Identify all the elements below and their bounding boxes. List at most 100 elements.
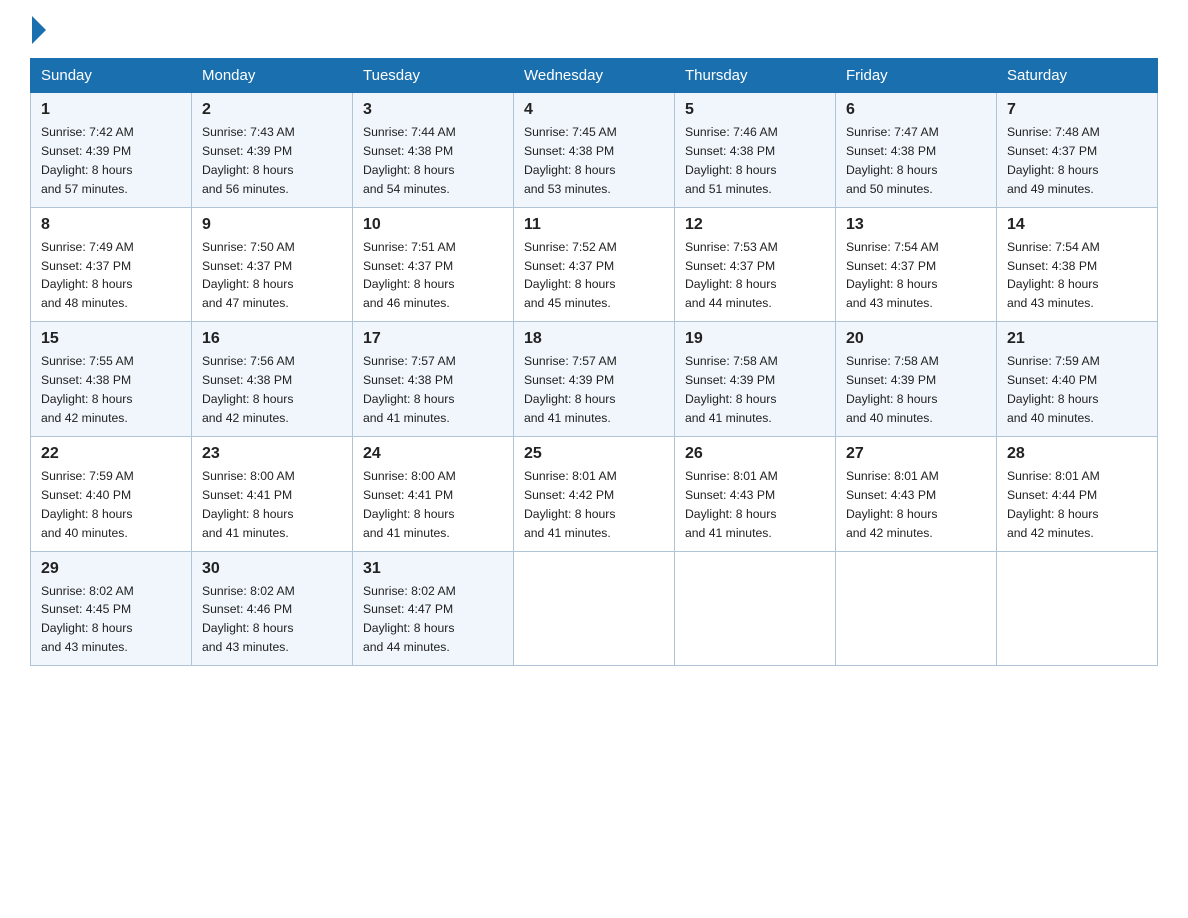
day-number: 20 (846, 330, 986, 348)
day-info: Sunrise: 8:00 AM Sunset: 4:41 PM Dayligh… (363, 467, 503, 543)
day-number: 9 (202, 216, 342, 234)
calendar-cell: 21 Sunrise: 7:59 AM Sunset: 4:40 PM Dayl… (997, 322, 1158, 437)
weekday-header-row: SundayMondayTuesdayWednesdayThursdayFrid… (31, 59, 1158, 93)
day-number: 1 (41, 101, 181, 119)
day-number: 14 (1007, 216, 1147, 234)
day-number: 21 (1007, 330, 1147, 348)
day-number: 12 (685, 216, 825, 234)
day-number: 27 (846, 445, 986, 463)
day-info: Sunrise: 7:44 AM Sunset: 4:38 PM Dayligh… (363, 123, 503, 199)
day-info: Sunrise: 7:57 AM Sunset: 4:38 PM Dayligh… (363, 352, 503, 428)
day-number: 7 (1007, 101, 1147, 119)
day-info: Sunrise: 8:01 AM Sunset: 4:43 PM Dayligh… (685, 467, 825, 543)
calendar-week-row: 15 Sunrise: 7:55 AM Sunset: 4:38 PM Dayl… (31, 322, 1158, 437)
calendar-cell: 20 Sunrise: 7:58 AM Sunset: 4:39 PM Dayl… (836, 322, 997, 437)
day-info: Sunrise: 7:47 AM Sunset: 4:38 PM Dayligh… (846, 123, 986, 199)
day-info: Sunrise: 8:00 AM Sunset: 4:41 PM Dayligh… (202, 467, 342, 543)
logo-arrow-icon (32, 16, 46, 44)
calendar-cell: 13 Sunrise: 7:54 AM Sunset: 4:37 PM Dayl… (836, 207, 997, 322)
calendar-cell: 24 Sunrise: 8:00 AM Sunset: 4:41 PM Dayl… (353, 436, 514, 551)
day-info: Sunrise: 8:02 AM Sunset: 4:45 PM Dayligh… (41, 582, 181, 658)
calendar-cell: 29 Sunrise: 8:02 AM Sunset: 4:45 PM Dayl… (31, 551, 192, 666)
calendar-cell: 19 Sunrise: 7:58 AM Sunset: 4:39 PM Dayl… (675, 322, 836, 437)
day-info: Sunrise: 7:46 AM Sunset: 4:38 PM Dayligh… (685, 123, 825, 199)
calendar-cell: 5 Sunrise: 7:46 AM Sunset: 4:38 PM Dayli… (675, 93, 836, 208)
calendar-cell: 30 Sunrise: 8:02 AM Sunset: 4:46 PM Dayl… (192, 551, 353, 666)
calendar-week-row: 29 Sunrise: 8:02 AM Sunset: 4:45 PM Dayl… (31, 551, 1158, 666)
calendar-cell: 10 Sunrise: 7:51 AM Sunset: 4:37 PM Dayl… (353, 207, 514, 322)
calendar-cell: 23 Sunrise: 8:00 AM Sunset: 4:41 PM Dayl… (192, 436, 353, 551)
day-number: 25 (524, 445, 664, 463)
weekday-header-wednesday: Wednesday (514, 59, 675, 93)
calendar-cell: 25 Sunrise: 8:01 AM Sunset: 4:42 PM Dayl… (514, 436, 675, 551)
day-number: 15 (41, 330, 181, 348)
weekday-header-saturday: Saturday (997, 59, 1158, 93)
weekday-header-tuesday: Tuesday (353, 59, 514, 93)
day-info: Sunrise: 8:01 AM Sunset: 4:44 PM Dayligh… (1007, 467, 1147, 543)
day-info: Sunrise: 7:59 AM Sunset: 4:40 PM Dayligh… (41, 467, 181, 543)
calendar-cell: 31 Sunrise: 8:02 AM Sunset: 4:47 PM Dayl… (353, 551, 514, 666)
calendar-cell: 12 Sunrise: 7:53 AM Sunset: 4:37 PM Dayl… (675, 207, 836, 322)
calendar-cell: 14 Sunrise: 7:54 AM Sunset: 4:38 PM Dayl… (997, 207, 1158, 322)
day-info: Sunrise: 8:02 AM Sunset: 4:46 PM Dayligh… (202, 582, 342, 658)
day-number: 4 (524, 101, 664, 119)
day-info: Sunrise: 7:43 AM Sunset: 4:39 PM Dayligh… (202, 123, 342, 199)
day-info: Sunrise: 7:49 AM Sunset: 4:37 PM Dayligh… (41, 238, 181, 314)
day-info: Sunrise: 8:02 AM Sunset: 4:47 PM Dayligh… (363, 582, 503, 658)
calendar-cell: 8 Sunrise: 7:49 AM Sunset: 4:37 PM Dayli… (31, 207, 192, 322)
day-info: Sunrise: 7:55 AM Sunset: 4:38 PM Dayligh… (41, 352, 181, 428)
day-number: 16 (202, 330, 342, 348)
day-info: Sunrise: 7:54 AM Sunset: 4:37 PM Dayligh… (846, 238, 986, 314)
calendar-cell (997, 551, 1158, 666)
day-number: 30 (202, 560, 342, 578)
calendar-cell: 22 Sunrise: 7:59 AM Sunset: 4:40 PM Dayl… (31, 436, 192, 551)
calendar-cell (675, 551, 836, 666)
day-info: Sunrise: 7:42 AM Sunset: 4:39 PM Dayligh… (41, 123, 181, 199)
day-info: Sunrise: 7:53 AM Sunset: 4:37 PM Dayligh… (685, 238, 825, 314)
calendar-cell: 6 Sunrise: 7:47 AM Sunset: 4:38 PM Dayli… (836, 93, 997, 208)
day-number: 3 (363, 101, 503, 119)
day-number: 13 (846, 216, 986, 234)
weekday-header-friday: Friday (836, 59, 997, 93)
day-info: Sunrise: 7:58 AM Sunset: 4:39 PM Dayligh… (685, 352, 825, 428)
day-number: 6 (846, 101, 986, 119)
calendar-cell (514, 551, 675, 666)
logo (30, 20, 46, 40)
calendar-table: SundayMondayTuesdayWednesdayThursdayFrid… (30, 58, 1158, 666)
calendar-cell: 7 Sunrise: 7:48 AM Sunset: 4:37 PM Dayli… (997, 93, 1158, 208)
calendar-week-row: 22 Sunrise: 7:59 AM Sunset: 4:40 PM Dayl… (31, 436, 1158, 551)
day-number: 2 (202, 101, 342, 119)
day-info: Sunrise: 7:54 AM Sunset: 4:38 PM Dayligh… (1007, 238, 1147, 314)
day-info: Sunrise: 7:57 AM Sunset: 4:39 PM Dayligh… (524, 352, 664, 428)
day-number: 17 (363, 330, 503, 348)
day-info: Sunrise: 7:50 AM Sunset: 4:37 PM Dayligh… (202, 238, 342, 314)
day-info: Sunrise: 7:45 AM Sunset: 4:38 PM Dayligh… (524, 123, 664, 199)
day-number: 18 (524, 330, 664, 348)
day-info: Sunrise: 7:51 AM Sunset: 4:37 PM Dayligh… (363, 238, 503, 314)
calendar-cell: 16 Sunrise: 7:56 AM Sunset: 4:38 PM Dayl… (192, 322, 353, 437)
calendar-cell: 18 Sunrise: 7:57 AM Sunset: 4:39 PM Dayl… (514, 322, 675, 437)
day-info: Sunrise: 7:56 AM Sunset: 4:38 PM Dayligh… (202, 352, 342, 428)
calendar-week-row: 8 Sunrise: 7:49 AM Sunset: 4:37 PM Dayli… (31, 207, 1158, 322)
day-number: 26 (685, 445, 825, 463)
day-info: Sunrise: 8:01 AM Sunset: 4:43 PM Dayligh… (846, 467, 986, 543)
day-number: 22 (41, 445, 181, 463)
day-info: Sunrise: 8:01 AM Sunset: 4:42 PM Dayligh… (524, 467, 664, 543)
calendar-cell: 2 Sunrise: 7:43 AM Sunset: 4:39 PM Dayli… (192, 93, 353, 208)
day-info: Sunrise: 7:59 AM Sunset: 4:40 PM Dayligh… (1007, 352, 1147, 428)
calendar-cell: 15 Sunrise: 7:55 AM Sunset: 4:38 PM Dayl… (31, 322, 192, 437)
calendar-cell: 4 Sunrise: 7:45 AM Sunset: 4:38 PM Dayli… (514, 93, 675, 208)
calendar-cell: 11 Sunrise: 7:52 AM Sunset: 4:37 PM Dayl… (514, 207, 675, 322)
calendar-cell: 1 Sunrise: 7:42 AM Sunset: 4:39 PM Dayli… (31, 93, 192, 208)
calendar-cell: 26 Sunrise: 8:01 AM Sunset: 4:43 PM Dayl… (675, 436, 836, 551)
day-number: 10 (363, 216, 503, 234)
calendar-cell: 17 Sunrise: 7:57 AM Sunset: 4:38 PM Dayl… (353, 322, 514, 437)
page-header (30, 20, 1158, 40)
weekday-header-thursday: Thursday (675, 59, 836, 93)
day-number: 5 (685, 101, 825, 119)
day-info: Sunrise: 7:52 AM Sunset: 4:37 PM Dayligh… (524, 238, 664, 314)
calendar-cell: 3 Sunrise: 7:44 AM Sunset: 4:38 PM Dayli… (353, 93, 514, 208)
day-info: Sunrise: 7:48 AM Sunset: 4:37 PM Dayligh… (1007, 123, 1147, 199)
day-number: 23 (202, 445, 342, 463)
day-number: 8 (41, 216, 181, 234)
